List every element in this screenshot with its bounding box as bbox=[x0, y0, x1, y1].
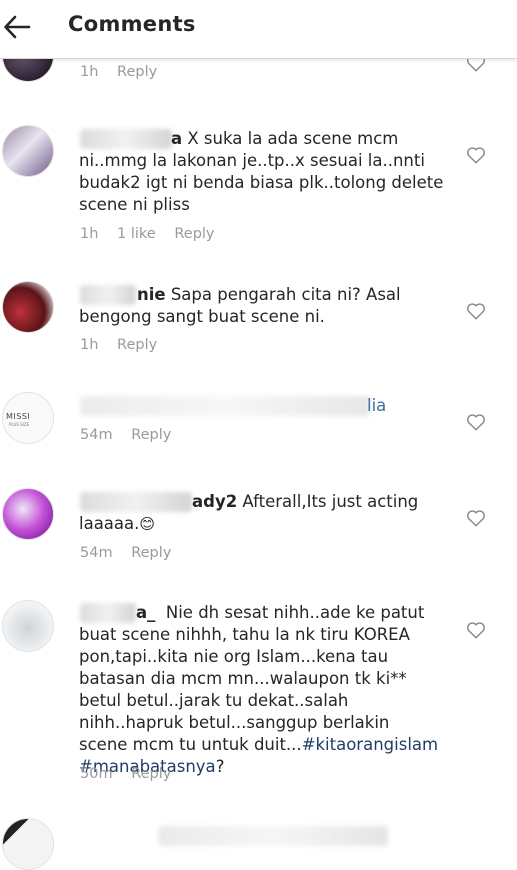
comment-meta: 1h Reply bbox=[80, 337, 171, 353]
hashtag-link[interactable]: #kitaorangislam bbox=[302, 735, 438, 754]
comments-list: 1h Reply a X suka la ada scene mcm ni..m… bbox=[0, 0, 517, 870]
comment-meta: 1h Reply bbox=[80, 64, 171, 80]
comment-meta: 1h 1 like Reply bbox=[80, 226, 229, 242]
avatar[interactable]: MISSI PLUS SIZE bbox=[2, 392, 54, 444]
username-redacted bbox=[80, 396, 370, 416]
comment-meta: 50m Reply bbox=[80, 766, 185, 782]
username-redacted bbox=[158, 826, 388, 846]
avatar[interactable] bbox=[2, 818, 54, 870]
heart-icon[interactable] bbox=[466, 509, 486, 527]
comment-username[interactable]: a bbox=[171, 129, 182, 148]
comment-body: Afterall,Its just acting laaaaa. bbox=[79, 492, 424, 533]
comment-text: lia bbox=[367, 396, 387, 415]
comment-time: 54m bbox=[80, 545, 113, 561]
comment-text: a X suka la ada scene mcm ni..mmg la lak… bbox=[79, 128, 454, 216]
comment-time: 1h bbox=[80, 64, 99, 80]
avatar-brand-subtext: PLUS SIZE bbox=[9, 422, 30, 427]
comment-body: Nie dh sesat nihh..ade ke patut buat sce… bbox=[79, 603, 430, 754]
comment-username[interactable]: ady2 bbox=[192, 492, 237, 511]
page-title: Comments bbox=[68, 12, 196, 36]
heart-icon[interactable] bbox=[466, 146, 486, 164]
header-bar: Comments bbox=[0, 0, 517, 59]
comment-time: 54m bbox=[80, 427, 113, 443]
comment-meta: 54m Reply bbox=[80, 427, 185, 443]
comment-time: 1h bbox=[80, 226, 99, 242]
avatar[interactable] bbox=[2, 125, 54, 177]
reply-button[interactable]: Reply bbox=[117, 337, 157, 353]
comment-time: 1h bbox=[80, 337, 99, 353]
avatar[interactable] bbox=[2, 600, 54, 652]
smile-emoji-icon: 😊 bbox=[139, 515, 156, 533]
comment-text: ady2 Afterall,Its just acting laaaaa.😊 bbox=[79, 491, 454, 535]
comment-body-end: ? bbox=[215, 757, 225, 776]
comment-username[interactable]: nie bbox=[137, 285, 166, 304]
reply-button[interactable]: Reply bbox=[117, 64, 157, 80]
reply-button[interactable]: Reply bbox=[131, 427, 171, 443]
likes-count[interactable]: 1 like bbox=[117, 226, 156, 242]
avatar[interactable] bbox=[2, 488, 54, 540]
comment-body: X suka la ada scene mcm ni..mmg la lakon… bbox=[79, 129, 449, 214]
reply-button[interactable]: Reply bbox=[174, 226, 214, 242]
comment-body: Sapa pengarah cita ni? Asal bengong sang… bbox=[79, 285, 406, 326]
reply-button[interactable]: Reply bbox=[131, 766, 171, 782]
comment-username[interactable]: a_ bbox=[136, 603, 155, 622]
comment-text: nie Sapa pengarah cita ni? Asal bengong … bbox=[79, 284, 454, 328]
comment-time: 50m bbox=[80, 766, 113, 782]
heart-icon[interactable] bbox=[466, 413, 486, 431]
heart-icon[interactable] bbox=[466, 621, 486, 639]
heart-icon[interactable] bbox=[466, 302, 486, 320]
avatar[interactable] bbox=[2, 281, 54, 333]
back-arrow-icon[interactable] bbox=[2, 12, 32, 42]
reply-button[interactable]: Reply bbox=[131, 545, 171, 561]
avatar-brand-text: MISSI bbox=[6, 412, 31, 421]
comment-meta: 54m Reply bbox=[80, 545, 185, 561]
comment-text: a_ Nie dh sesat nihh..ade ke patut buat … bbox=[79, 602, 439, 778]
